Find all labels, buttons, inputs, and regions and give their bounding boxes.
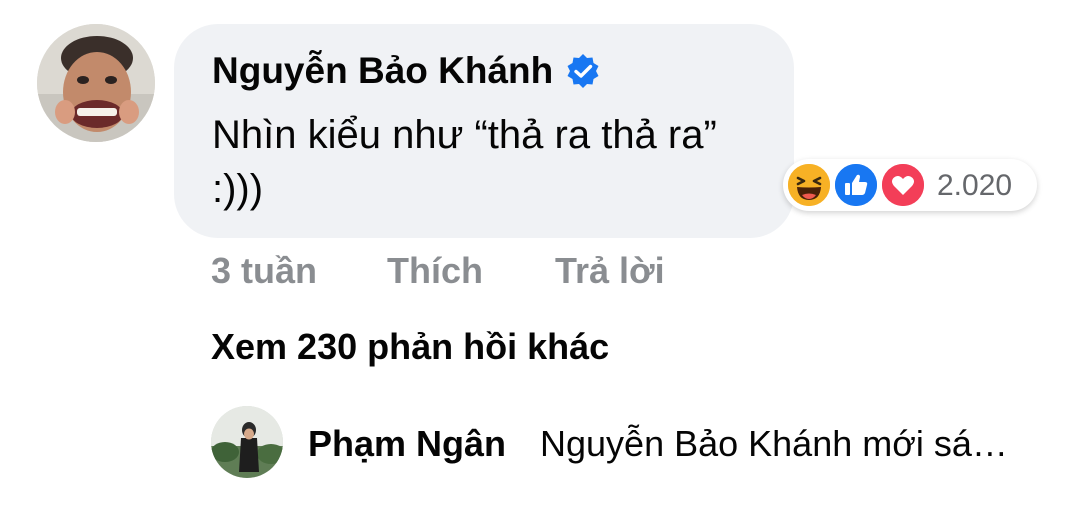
- comment-author-name[interactable]: Nguyễn Bảo Khánh: [212, 50, 553, 92]
- reply-text-preview: Nguyễn Bảo Khánh mới sá…: [540, 423, 1008, 464]
- reply-avatar-image: [211, 406, 283, 478]
- comment-bubble: Nguyễn Bảo Khánh Nhìn kiểu như “thả ra t…: [174, 24, 794, 238]
- comment-author-row: Nguyễn Bảo Khánh: [212, 50, 601, 92]
- haha-icon: [786, 162, 832, 208]
- like-icon: [833, 162, 879, 208]
- like-button[interactable]: Thích: [387, 250, 483, 292]
- reply-preview[interactable]: Phạm Ngân Nguyễn Bảo Khánh mới sá…: [211, 406, 1071, 480]
- reply-author-name[interactable]: Phạm Ngân: [308, 423, 506, 465]
- commenter-avatar[interactable]: [37, 24, 155, 142]
- reactions-summary[interactable]: 2.020: [783, 159, 1037, 211]
- verified-badge-icon: [565, 53, 601, 89]
- reply-author-avatar[interactable]: [211, 406, 283, 478]
- avatar-image: [37, 24, 155, 142]
- comment-text: Nhìn kiểu như “thả ra thả ra” :))): [212, 113, 717, 211]
- love-icon: [880, 162, 926, 208]
- comment-timestamp[interactable]: 3 tuần: [211, 250, 317, 292]
- view-more-replies-link[interactable]: Xem 230 phản hồi khác: [211, 326, 609, 368]
- reaction-count: 2.020: [937, 169, 1013, 202]
- reply-button[interactable]: Trả lời: [555, 250, 665, 292]
